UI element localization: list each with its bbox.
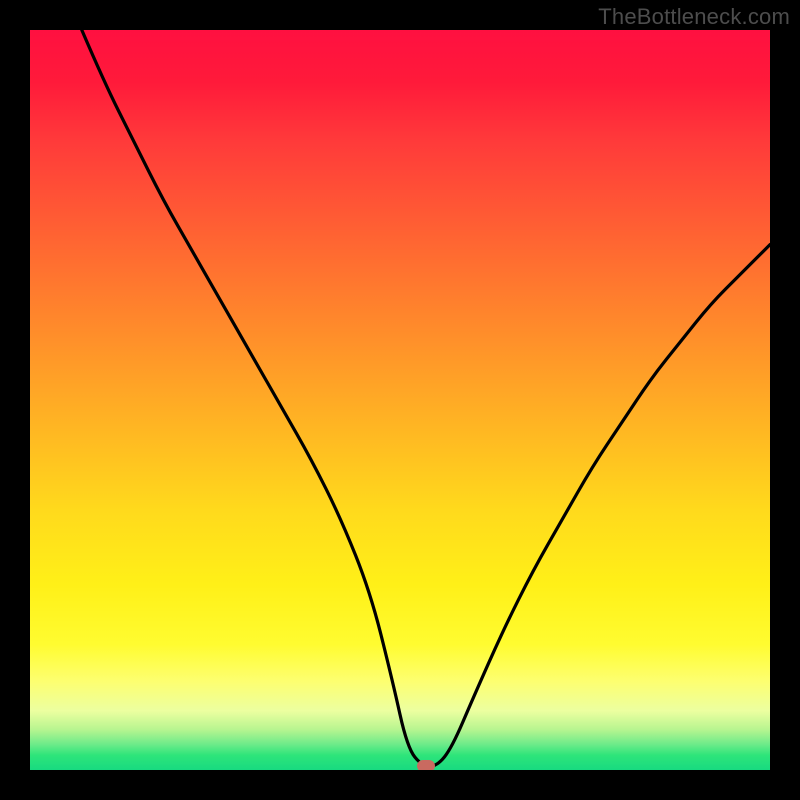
optimal-point-marker (417, 760, 435, 770)
plot-area (30, 30, 770, 770)
watermark-text: TheBottleneck.com (598, 4, 790, 30)
bottleneck-curve (30, 30, 770, 770)
chart-frame: TheBottleneck.com (0, 0, 800, 800)
